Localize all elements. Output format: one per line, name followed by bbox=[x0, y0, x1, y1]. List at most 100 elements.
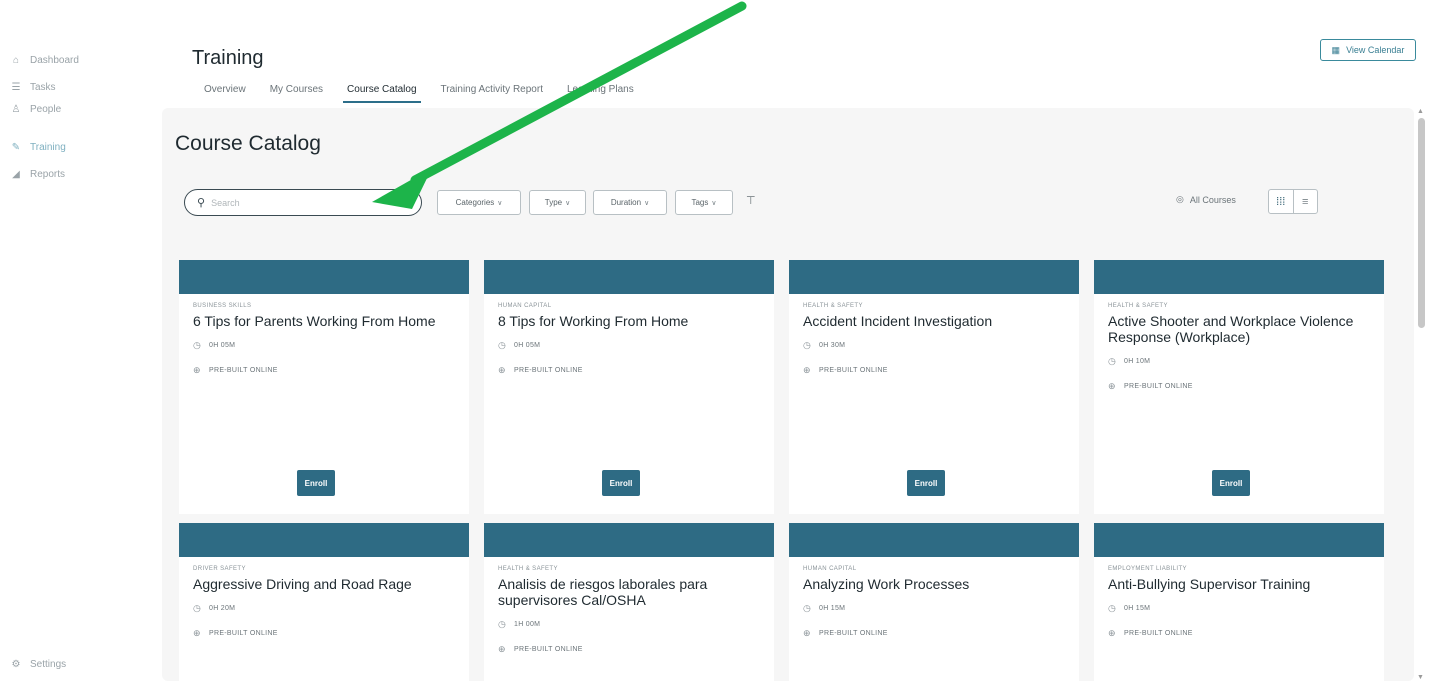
categories-filter[interactable]: Categories ∨ bbox=[437, 190, 521, 215]
course-duration: ◷ 0H 05M bbox=[193, 340, 469, 351]
duration-value: 0H 30M bbox=[819, 342, 846, 349]
tab-learning-plans[interactable]: Learning Plans bbox=[567, 80, 634, 103]
chevron-down-icon: ∨ bbox=[565, 199, 571, 207]
course-title[interactable]: Analyzing Work Processes bbox=[803, 576, 1065, 592]
course-card[interactable]: Health & Safety Active Shooter and Workp… bbox=[1094, 260, 1384, 514]
sidebar-item-label: Tasks bbox=[30, 81, 56, 93]
course-duration: ◷ 0H 05M bbox=[498, 340, 774, 351]
enroll-button[interactable]: Enroll bbox=[602, 470, 640, 496]
course-title[interactable]: 8 Tips for Working From Home bbox=[498, 313, 760, 329]
course-category: Human Capital bbox=[498, 303, 552, 309]
sidebar-item-reports[interactable]: ◢ Reports bbox=[10, 166, 65, 182]
type-value: PRE-BUILT ONLINE bbox=[514, 646, 583, 653]
course-title[interactable]: Active Shooter and Workplace Violence Re… bbox=[1108, 313, 1370, 345]
duration-filter[interactable]: Duration ∨ bbox=[593, 190, 667, 215]
view-calendar-label: View Calendar bbox=[1346, 45, 1405, 55]
chevron-down-icon: ∨ bbox=[497, 199, 503, 207]
course-title[interactable]: Analisis de riesgos laborales para super… bbox=[498, 576, 760, 608]
grid-view-icon[interactable]: ⁞⁞⁞ bbox=[1269, 190, 1293, 213]
scrollbar[interactable]: ▲ ▼ bbox=[1416, 108, 1426, 681]
course-title[interactable]: 6 Tips for Parents Working From Home bbox=[193, 313, 455, 329]
course-duration: ◷ 0H 15M bbox=[803, 603, 1079, 614]
course-duration: ◷ 0H 15M bbox=[1108, 603, 1384, 614]
enroll-button[interactable]: Enroll bbox=[1212, 470, 1250, 496]
view-calendar-button[interactable]: ▦ View Calendar bbox=[1320, 39, 1416, 61]
course-type: ⊕ PRE-BUILT ONLINE bbox=[1108, 628, 1384, 639]
duration-value: 0H 15M bbox=[819, 605, 846, 612]
tab-my-courses[interactable]: My Courses bbox=[270, 80, 323, 103]
search-input[interactable] bbox=[211, 197, 402, 208]
course-title[interactable]: Accident Incident Investigation bbox=[803, 313, 1065, 329]
sidebar-item-label: People bbox=[30, 103, 62, 115]
enroll-button[interactable]: Enroll bbox=[907, 470, 945, 496]
globe-icon: ⊕ bbox=[193, 365, 201, 375]
type-value: PRE-BUILT ONLINE bbox=[1124, 383, 1193, 390]
all-courses-toggle[interactable]: ◎ All Courses bbox=[1176, 194, 1236, 205]
tags-filter[interactable]: Tags ∨ bbox=[675, 190, 733, 215]
course-category: Human Capital bbox=[803, 566, 857, 572]
clock-icon: ◷ bbox=[498, 619, 507, 629]
course-card[interactable]: Driver Safety Aggressive Driving and Roa… bbox=[179, 523, 469, 681]
course-card[interactable]: Human Capital 8 Tips for Working From Ho… bbox=[484, 260, 774, 514]
eye-icon: ◎ bbox=[1176, 194, 1184, 204]
card-banner bbox=[179, 260, 469, 294]
type-filter[interactable]: Type ∨ bbox=[529, 190, 586, 215]
enroll-button[interactable]: Enroll bbox=[297, 470, 335, 496]
scroll-up-icon[interactable]: ▲ bbox=[1417, 108, 1424, 115]
sidebar-item-training[interactable]: ✎ Training bbox=[10, 139, 66, 155]
course-title[interactable]: Aggressive Driving and Road Rage bbox=[193, 576, 455, 592]
course-card[interactable]: Business Skills 6 Tips for Parents Worki… bbox=[179, 260, 469, 514]
filter-label: Categories bbox=[455, 198, 495, 207]
clock-icon: ◷ bbox=[803, 340, 812, 350]
scroll-down-icon[interactable]: ▼ bbox=[1417, 674, 1424, 681]
sidebar-item-label: Settings bbox=[30, 658, 67, 670]
tab-overview[interactable]: Overview bbox=[204, 80, 246, 103]
globe-icon: ⊕ bbox=[1108, 628, 1116, 638]
course-duration: ◷ 0H 10M bbox=[1108, 356, 1384, 367]
clock-icon: ◷ bbox=[1108, 356, 1117, 366]
course-type: ⊕ PRE-BUILT ONLINE bbox=[803, 365, 1079, 376]
course-card[interactable]: Health & Safety Analisis de riesgos labo… bbox=[484, 523, 774, 681]
type-value: PRE-BUILT ONLINE bbox=[514, 367, 583, 374]
duration-value: 1H 00M bbox=[514, 621, 541, 628]
sidebar-item-dashboard[interactable]: ⌂ Dashboard bbox=[10, 52, 79, 68]
course-category: Driver Safety bbox=[193, 566, 246, 572]
sidebar-item-settings[interactable]: ⚙ Settings bbox=[10, 656, 67, 672]
reports-icon: ◢ bbox=[12, 168, 20, 180]
clock-icon: ◷ bbox=[193, 340, 202, 350]
tab-training-activity-report[interactable]: Training Activity Report bbox=[441, 80, 543, 103]
type-value: PRE-BUILT ONLINE bbox=[209, 630, 278, 637]
sidebar-item-people[interactable]: ♙ People bbox=[10, 101, 62, 117]
filter-label: Tags bbox=[691, 198, 709, 207]
course-card[interactable]: Employment Liability Anti-Bullying Super… bbox=[1094, 523, 1384, 681]
type-value: PRE-BUILT ONLINE bbox=[209, 367, 278, 374]
course-title[interactable]: Anti-Bullying Supervisor Training bbox=[1108, 576, 1370, 592]
course-type: ⊕ PRE-BUILT ONLINE bbox=[193, 628, 469, 639]
settings-icon: ⚙ bbox=[11, 658, 21, 670]
course-card[interactable]: Human Capital Analyzing Work Processes ◷… bbox=[789, 523, 1079, 681]
course-category: Health & Safety bbox=[1108, 303, 1168, 309]
course-category: Health & Safety bbox=[498, 566, 558, 572]
card-banner bbox=[789, 260, 1079, 294]
calendar-icon: ▦ bbox=[1331, 44, 1341, 55]
course-card[interactable]: Health & Safety Accident Incident Invest… bbox=[789, 260, 1079, 514]
list-view-icon[interactable]: ≡ bbox=[1292, 190, 1318, 213]
search-box[interactable]: ⚲ bbox=[184, 189, 422, 216]
course-category: Business Skills bbox=[193, 303, 252, 309]
sidebar-item-tasks[interactable]: ☰ Tasks bbox=[10, 79, 56, 95]
clock-icon: ◷ bbox=[1108, 603, 1117, 613]
type-value: PRE-BUILT ONLINE bbox=[1124, 630, 1193, 637]
filter-funnel-icon[interactable]: ⊤ bbox=[746, 194, 756, 207]
tab-course-catalog[interactable]: Course Catalog bbox=[343, 80, 422, 103]
globe-icon: ⊕ bbox=[498, 365, 506, 375]
people-icon: ♙ bbox=[11, 103, 21, 115]
card-banner bbox=[484, 260, 774, 294]
clock-icon: ◷ bbox=[803, 603, 812, 613]
type-value: PRE-BUILT ONLINE bbox=[819, 367, 888, 374]
type-value: PRE-BUILT ONLINE bbox=[819, 630, 888, 637]
scroll-thumb[interactable] bbox=[1418, 118, 1425, 328]
globe-icon: ⊕ bbox=[803, 365, 811, 375]
view-toggle: ⁞⁞⁞ ≡ bbox=[1268, 189, 1318, 214]
duration-value: 0H 05M bbox=[514, 342, 541, 349]
duration-value: 0H 05M bbox=[209, 342, 236, 349]
